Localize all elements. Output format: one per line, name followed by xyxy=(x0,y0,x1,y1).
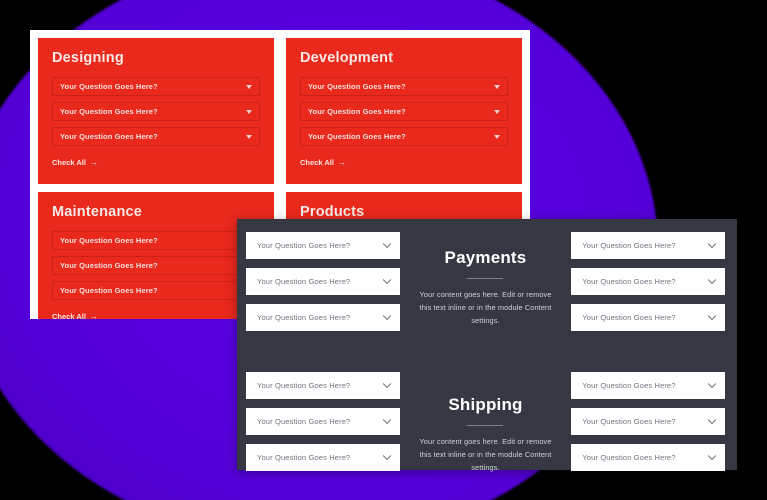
accordion-question-label: Your Question Goes Here? xyxy=(582,453,676,462)
accordion-question-label: Your Question Goes Here? xyxy=(257,241,351,250)
accordion-question-row[interactable]: Your Question Goes Here? xyxy=(246,304,400,331)
check-all-link[interactable]: Check All→ xyxy=(52,312,98,319)
section-divider xyxy=(467,424,504,426)
section-divider xyxy=(467,278,504,279)
faq-question-row[interactable]: Your Question Goes Here? xyxy=(52,231,260,250)
accordion-question-row[interactable]: Your Question Goes Here? xyxy=(246,372,400,399)
accordion-question-row[interactable]: Your Question Goes Here? xyxy=(571,408,725,435)
arrow-right-icon: → xyxy=(89,311,98,319)
caret-down-icon[interactable] xyxy=(494,109,500,114)
chevron-down-icon[interactable] xyxy=(707,379,717,388)
accordion-question-row[interactable]: Your Question Goes Here? xyxy=(246,268,400,295)
chevron-down-icon[interactable] xyxy=(382,451,391,460)
panel-section-body: Your content goes here. Edit or remove t… xyxy=(419,290,552,325)
panel-section: Payments Your content goes here. Edit or … xyxy=(409,248,563,328)
check-all-link[interactable]: Check All→ xyxy=(300,158,346,167)
column-spacer xyxy=(246,340,400,372)
faq-category-card: Development Your Question Goes Here? Your … xyxy=(286,38,522,184)
panel-section-title: Payments xyxy=(444,248,527,267)
faq-question-label: Your Question Goes Here? xyxy=(60,236,158,245)
dark-panel-left-column: Your Question Goes Here? Your Question Go… xyxy=(246,232,400,480)
panel-section: Shipping Your content goes here. Edit or … xyxy=(409,395,563,475)
faq-question-row[interactable]: Your Question Goes Here? xyxy=(52,281,260,300)
accordion-question-label: Your Question Goes Here? xyxy=(582,277,676,286)
faq-category-title: Products xyxy=(300,204,365,220)
arrow-right-icon: → xyxy=(89,157,98,167)
faq-question-label: Your Question Goes Here? xyxy=(308,132,406,141)
faq-dark-panel: Your Question Goes Here? Your Question Go… xyxy=(237,219,737,472)
faq-question-row[interactable]: Your Question Goes Here? xyxy=(52,127,260,146)
faq-category-title: Designing xyxy=(52,50,124,66)
faq-category-card: Designing Your Question Goes Here? Your Qu… xyxy=(38,38,274,184)
check-all-link[interactable]: Check All→ xyxy=(52,158,98,167)
chevron-down-icon[interactable] xyxy=(707,239,717,248)
accordion-question-label: Your Question Goes Here? xyxy=(257,417,351,426)
accordion-question-row[interactable]: Your Question Goes Here? xyxy=(571,232,725,259)
faq-question-row[interactable]: Your Question Goes Here? xyxy=(300,127,508,146)
accordion-question-row[interactable]: Your Question Goes Here? xyxy=(246,232,400,259)
arrow-right-icon: → xyxy=(337,157,346,167)
faq-question-row[interactable]: Your Question Goes Here? xyxy=(300,102,508,121)
faq-category-title: Maintenance xyxy=(52,204,143,220)
caret-down-icon[interactable] xyxy=(246,109,252,114)
chevron-down-icon[interactable] xyxy=(707,311,717,320)
chevron-down-icon[interactable] xyxy=(382,379,391,388)
faq-question-label: Your Question Goes Here? xyxy=(60,286,158,295)
chevron-down-icon[interactable] xyxy=(382,311,391,320)
faq-question-row[interactable]: Your Question Goes Here? xyxy=(300,77,508,96)
caret-down-icon[interactable] xyxy=(494,134,500,139)
caret-down-icon[interactable] xyxy=(246,134,252,139)
accordion-question-row[interactable]: Your Question Goes Here? xyxy=(246,444,400,471)
panel-section-body: Your content goes here. Edit or remove t… xyxy=(419,436,552,472)
accordion-question-row[interactable]: Your Question Goes Here? xyxy=(246,408,400,435)
chevron-down-icon[interactable] xyxy=(382,275,391,284)
accordion-question-row[interactable]: Your Question Goes Here? xyxy=(571,304,725,331)
panel-section-title: Shipping xyxy=(448,394,523,414)
faq-question-label: Your Question Goes Here? xyxy=(60,132,158,141)
accordion-question-label: Your Question Goes Here? xyxy=(582,241,676,250)
check-all-label: Check All xyxy=(52,158,86,167)
accordion-question-label: Your Question Goes Here? xyxy=(257,381,351,390)
dark-panel-right-column: Your Question Goes Here? Your Question Go… xyxy=(571,232,725,480)
accordion-question-label: Your Question Goes Here? xyxy=(257,277,351,286)
faq-question-label: Your Question Goes Here? xyxy=(308,107,406,116)
accordion-question-label: Your Question Goes Here? xyxy=(582,313,676,322)
faq-question-label: Your Question Goes Here? xyxy=(60,261,158,270)
faq-category-title: Development xyxy=(300,50,394,66)
check-all-label: Check All xyxy=(300,158,334,167)
faq-question-label: Your Question Goes Here? xyxy=(60,82,158,91)
column-spacer xyxy=(571,340,725,372)
dark-panel-center-column: Payments Your content goes here. Edit or … xyxy=(409,232,563,480)
accordion-question-row[interactable]: Your Question Goes Here? xyxy=(571,268,725,295)
faq-question-label: Your Question Goes Here? xyxy=(308,82,406,91)
caret-down-icon[interactable] xyxy=(494,84,500,89)
faq-question-row[interactable]: Your Question Goes Here? xyxy=(52,77,260,96)
chevron-down-icon[interactable] xyxy=(707,415,717,424)
accordion-question-row[interactable]: Your Question Goes Here? xyxy=(571,444,725,471)
caret-down-icon[interactable] xyxy=(246,84,252,89)
chevron-down-icon[interactable] xyxy=(707,451,717,460)
chevron-down-icon[interactable] xyxy=(382,415,391,424)
accordion-question-label: Your Question Goes Here? xyxy=(257,453,351,462)
accordion-question-row[interactable]: Your Question Goes Here? xyxy=(571,372,725,399)
chevron-down-icon[interactable] xyxy=(382,239,391,248)
chevron-down-icon[interactable] xyxy=(707,275,717,284)
check-all-label: Check All xyxy=(52,312,86,319)
faq-question-row[interactable]: Your Question Goes Here? xyxy=(52,256,260,275)
accordion-question-label: Your Question Goes Here? xyxy=(582,417,676,426)
faq-question-label: Your Question Goes Here? xyxy=(60,107,158,116)
accordion-question-label: Your Question Goes Here? xyxy=(257,313,351,322)
accordion-question-label: Your Question Goes Here? xyxy=(582,381,676,390)
faq-question-row[interactable]: Your Question Goes Here? xyxy=(52,102,260,121)
